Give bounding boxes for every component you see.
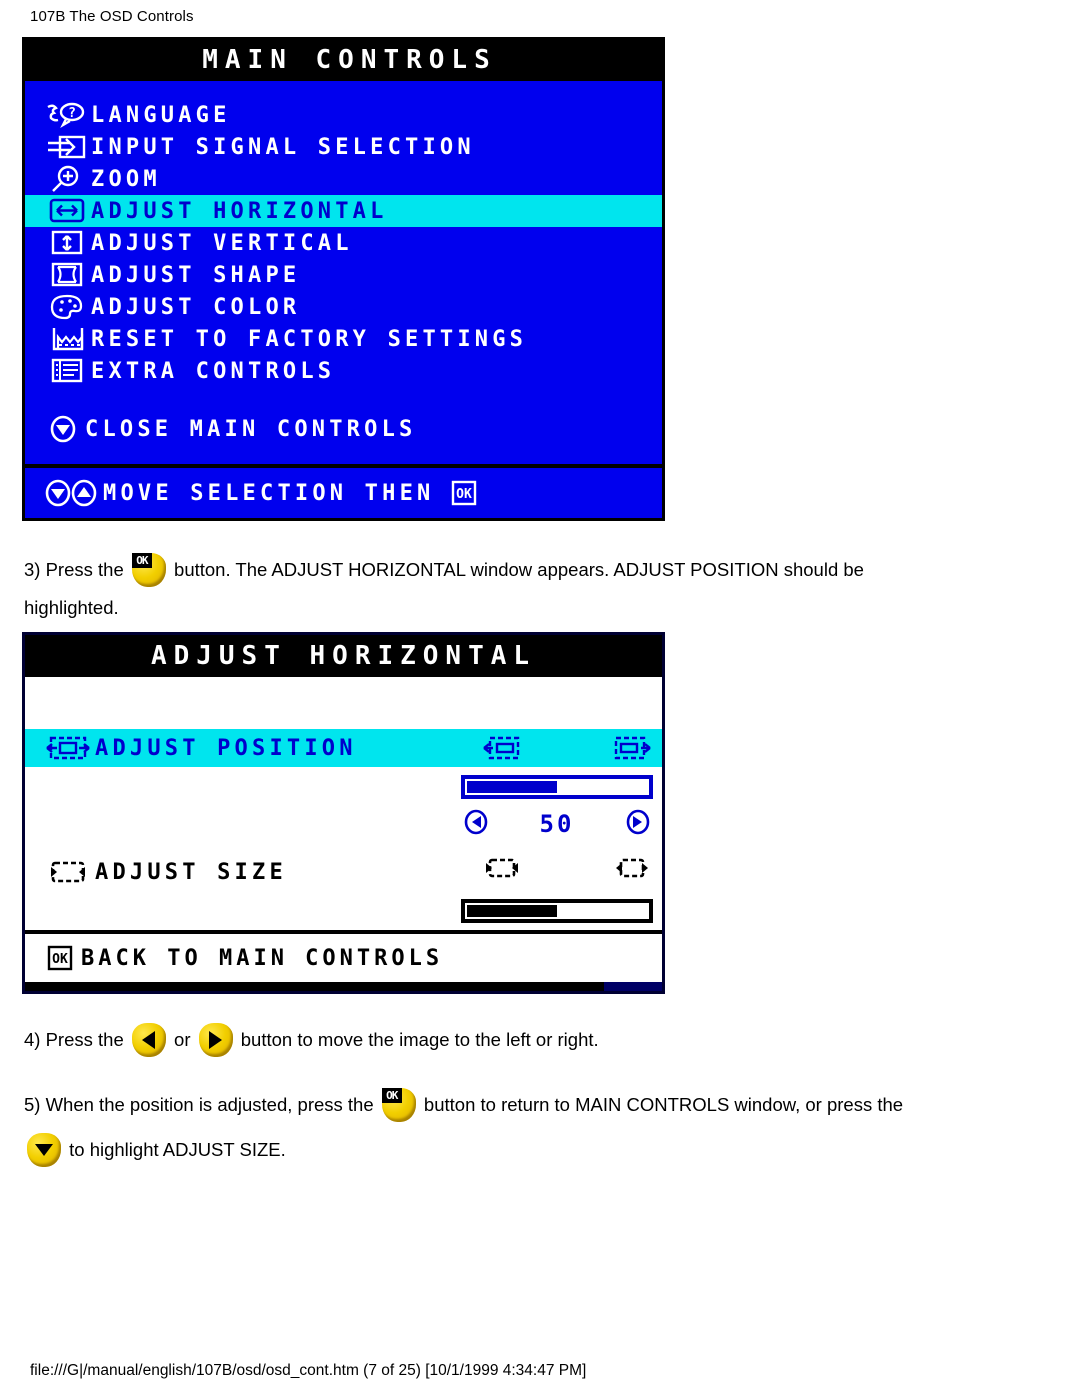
step3-text-b: button. The ADJUST HORIZONTAL window app… <box>174 559 864 581</box>
step5-text-c: to highlight ADJUST SIZE. <box>69 1139 286 1161</box>
right-triangle-icon <box>209 1031 223 1050</box>
menu-item-label: RESET TO FACTORY SETTINGS <box>91 326 528 352</box>
menu-item-label: ZOOM <box>91 166 161 192</box>
osd-footer-label: BACK TO MAIN CONTROLS <box>81 945 444 971</box>
menu-item-label: LANGUAGE <box>91 102 231 128</box>
right-arrow-hardware-button-icon[interactable] <box>198 1023 233 1058</box>
step4-text-b: button to move the image to the left or … <box>240 1029 599 1051</box>
step3-text-a: 3) Press the <box>24 559 124 581</box>
menu-item-label: ADJUST SHAPE <box>91 262 301 288</box>
up-down-arrow-buttons-icon <box>41 477 103 509</box>
language-icon: ? <box>41 101 91 129</box>
menu-item-adjust-size[interactable]: ADJUST SIZE <box>25 853 662 891</box>
step4-text-a: 4) Press the <box>24 1029 124 1051</box>
osd-main-controls-footer: MOVE SELECTION THEN OK <box>25 464 662 518</box>
menu-item-label: ADJUST POSITION <box>95 735 357 761</box>
instruction-step-4: 4) Press the or button to move the image… <box>24 1020 1054 1059</box>
menu-item-label: CLOSE MAIN CONTROLS <box>85 416 417 442</box>
input-signal-icon <box>41 133 91 161</box>
adjust-position-slider-fill <box>467 781 557 793</box>
menu-item-adjust-position[interactable]: ADJUST POSITION <box>25 729 662 767</box>
svg-text:?: ? <box>68 106 76 121</box>
adjust-shape-icon <box>41 261 91 289</box>
shift-right-icon[interactable] <box>610 731 654 765</box>
down-triangle-icon <box>35 1144 53 1157</box>
shift-left-icon[interactable] <box>480 731 524 765</box>
osd-bottom-bar-accent <box>604 982 662 991</box>
ok-button-icon: OK <box>39 944 81 972</box>
osd-bottom-bar <box>25 982 662 991</box>
left-triangle-icon <box>142 1031 156 1050</box>
step3-text-c: highlighted. <box>24 597 119 619</box>
menu-item-extra-controls[interactable]: EXTRA CONTROLS <box>25 355 662 387</box>
narrow-icon[interactable] <box>480 851 524 885</box>
menu-item-close-main-controls[interactable]: CLOSE MAIN CONTROLS <box>25 413 662 445</box>
menu-item-adjust-color[interactable]: ADJUST COLOR <box>25 291 662 323</box>
adjust-size-slider[interactable] <box>461 899 653 923</box>
instruction-step-5: 5) When the position is adjusted, press … <box>24 1085 1054 1169</box>
osd-main-controls-title: MAIN CONTROLS <box>25 40 662 81</box>
extra-controls-icon <box>41 357 91 385</box>
svg-text:OK: OK <box>457 487 473 502</box>
adjust-size-slider-fill <box>467 905 557 917</box>
menu-item-language[interactable]: ? LANGUAGE <box>25 99 662 131</box>
step5-text-b: button to return to MAIN CONTROLS window… <box>423 1094 904 1116</box>
ok-button-icon: OK <box>444 479 484 507</box>
left-arrow-hardware-button-icon[interactable] <box>131 1023 166 1058</box>
menu-item-label: EXTRA CONTROLS <box>91 358 336 384</box>
adjust-position-slider[interactable] <box>461 775 653 799</box>
osd-footer-label: MOVE SELECTION THEN <box>103 480 435 506</box>
menu-item-adjust-horizontal[interactable]: ADJUST HORIZONTAL <box>25 195 662 227</box>
svg-text:OK: OK <box>52 952 68 967</box>
menu-item-label: ADJUST HORIZONTAL <box>91 198 388 224</box>
adjust-vertical-icon <box>41 229 91 257</box>
adjust-position-slider-group: 50 <box>461 775 653 841</box>
down-arrow-button-icon <box>41 414 85 444</box>
page-title: 107B The OSD Controls <box>30 8 194 25</box>
factory-reset-icon <box>41 325 91 353</box>
menu-item-label: INPUT SIGNAL SELECTION <box>91 134 475 160</box>
ok-button-glyph: OK <box>381 1088 402 1104</box>
position-arrows-icon <box>41 733 95 763</box>
step5-text-a: 5) When the position is adjusted, press … <box>24 1094 374 1116</box>
adjust-position-controls: 50 <box>461 807 653 841</box>
menu-item-back-to-main-controls[interactable]: OK BACK TO MAIN CONTROLS <box>25 930 662 982</box>
osd-adjust-horizontal-window: ADJUST HORIZONTAL ADJUST POSITION 50 ADJ… <box>22 632 665 994</box>
step5-line2: to highlight ADJUST SIZE. <box>24 1130 1054 1169</box>
ok-button-glyph: OK <box>131 553 152 569</box>
menu-item-reset-to-factory-settings[interactable]: RESET TO FACTORY SETTINGS <box>25 323 662 355</box>
adjust-color-icon <box>41 293 91 321</box>
osd-main-controls-window: MAIN CONTROLS ? LANGUAGE INPUT SIGNAL SE… <box>22 37 665 521</box>
zoom-icon <box>41 165 91 193</box>
size-arrows-icon <box>41 857 95 887</box>
menu-item-label: ADJUST SIZE <box>95 859 287 885</box>
menu-item-zoom[interactable]: ZOOM <box>25 163 662 195</box>
menu-item-adjust-vertical[interactable]: ADJUST VERTICAL <box>25 227 662 259</box>
menu-item-adjust-shape[interactable]: ADJUST SHAPE <box>25 259 662 291</box>
left-arrow-icon[interactable] <box>461 807 491 841</box>
instruction-step-3: 3) Press the OK button. The ADJUST HORIZ… <box>24 550 1054 627</box>
right-arrow-icon[interactable] <box>623 807 653 841</box>
ok-hardware-button-icon[interactable]: OK <box>131 553 166 588</box>
osd-adjust-horizontal-title: ADJUST HORIZONTAL <box>25 635 662 677</box>
menu-item-label: ADJUST COLOR <box>91 294 301 320</box>
ok-hardware-button-icon[interactable]: OK <box>381 1088 416 1123</box>
adjust-horizontal-icon <box>41 197 91 225</box>
step4-text-or: or <box>174 1029 191 1051</box>
file-path-footer: file:///G|/manual/english/107B/osd/osd_c… <box>30 1362 587 1379</box>
adjust-position-value: 50 <box>539 810 575 838</box>
menu-item-input-signal-selection[interactable]: INPUT SIGNAL SELECTION <box>25 131 662 163</box>
down-arrow-hardware-button-icon[interactable] <box>27 1133 61 1168</box>
menu-item-label: ADJUST VERTICAL <box>91 230 353 256</box>
widen-icon[interactable] <box>610 851 654 885</box>
